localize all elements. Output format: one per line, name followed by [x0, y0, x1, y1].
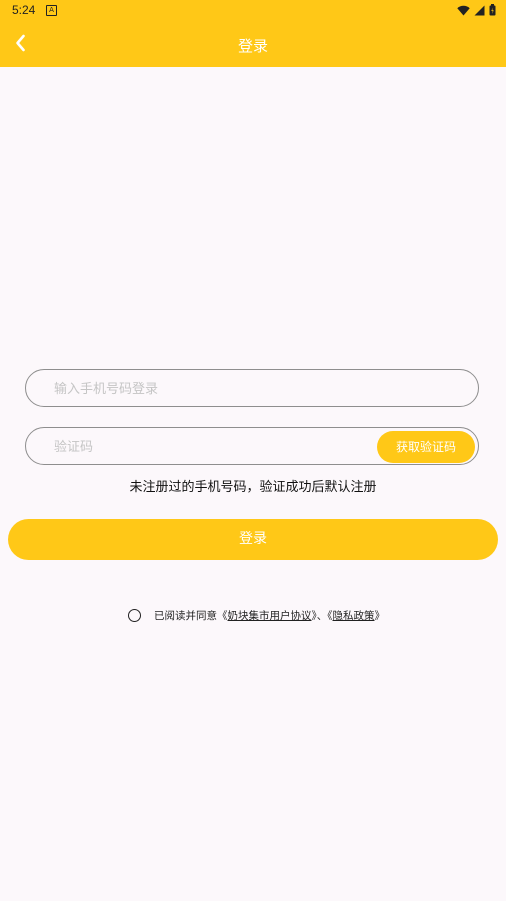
code-input[interactable]: [52, 428, 376, 466]
page-title: 登录: [237, 37, 268, 55]
app-header: 5:24 A 登录: [0, 0, 506, 67]
signal-icon: [474, 5, 485, 15]
wifi-icon: [457, 5, 470, 15]
privacy-policy-link[interactable]: 隐私政策: [333, 608, 375, 623]
register-hint: 未注册过的手机号码，验证成功后默认注册: [129, 480, 377, 495]
user-agreement-link[interactable]: 奶块集市用户协议: [228, 608, 312, 623]
code-field[interactable]: 获取验证码: [25, 427, 479, 466]
status-time: 5:24: [12, 3, 36, 17]
agreement-checkbox[interactable]: [128, 608, 141, 622]
agreement-row: 已阅读并同意《 奶块集市用户协议 》、《 隐私政策 》: [128, 606, 385, 624]
get-code-button[interactable]: 获取验证码: [377, 431, 475, 463]
phone-field[interactable]: [25, 369, 479, 408]
battery-icon: [489, 4, 496, 16]
agreement-prefix: 已阅读并同意《: [154, 609, 228, 622]
agreement-suffix: 》: [374, 609, 386, 622]
notification-app-icon: A: [46, 5, 57, 16]
agreement-separator: 》、《: [311, 609, 333, 622]
nav-bar: 登录: [0, 22, 506, 67]
phone-input[interactable]: [52, 370, 376, 408]
status-icons: [457, 4, 496, 16]
login-button[interactable]: 登录: [8, 519, 498, 560]
status-bar: 5:24 A: [0, 0, 506, 22]
